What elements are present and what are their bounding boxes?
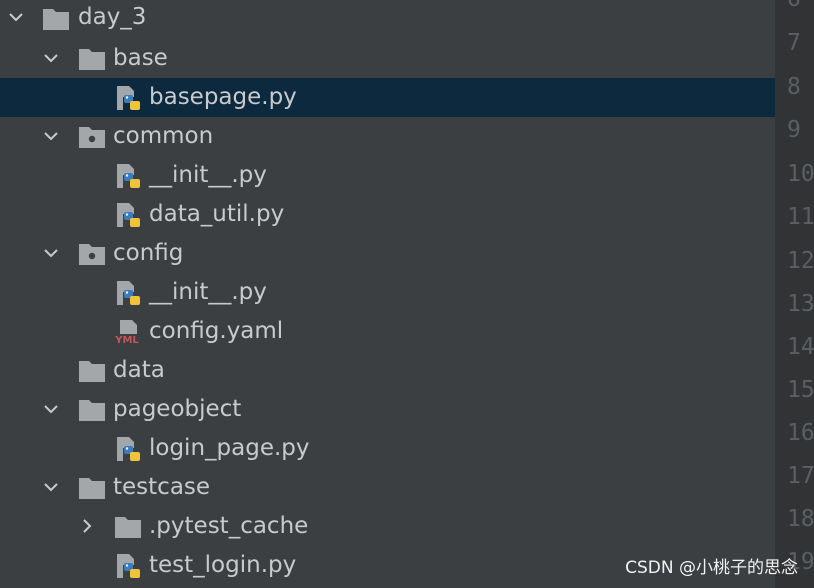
python-file-icon bbox=[117, 86, 140, 110]
tree-label: data bbox=[113, 357, 165, 383]
tree-row-data-util-py[interactable]: data_util.py bbox=[0, 195, 775, 234]
tree-label: base bbox=[113, 45, 168, 71]
tree-row-pytest-cache[interactable]: .pytest_cache bbox=[0, 507, 775, 546]
tree-label: common bbox=[113, 123, 214, 149]
line-number: 16 bbox=[787, 420, 814, 446]
tree-row-config[interactable]: config bbox=[0, 234, 775, 273]
line-number: 10 bbox=[787, 161, 814, 187]
chevron-down-icon[interactable] bbox=[43, 479, 59, 495]
watermark: CSDN @小桃子的思念 bbox=[625, 558, 798, 578]
tree-label: __init__.py bbox=[149, 162, 267, 188]
package-folder-icon bbox=[79, 244, 105, 265]
tree-label: basepage.py bbox=[149, 84, 297, 110]
tree-row-base[interactable]: base bbox=[0, 39, 775, 78]
tree-row-login-page-py[interactable]: login_page.py bbox=[0, 429, 775, 468]
line-number: 12 bbox=[787, 248, 814, 274]
python-file-icon bbox=[117, 203, 140, 227]
tree-label: data_util.py bbox=[149, 201, 285, 227]
tree-label: config.yaml bbox=[149, 318, 284, 344]
tree-row-config-yaml[interactable]: YML config.yaml bbox=[0, 312, 775, 351]
ide-window: day_3 base basepage.py common __init__.p… bbox=[0, 0, 814, 588]
line-number: 6 bbox=[775, 0, 814, 12]
folder-icon bbox=[43, 9, 69, 30]
tree-label: pageobject bbox=[113, 396, 242, 422]
line-number: 8 bbox=[787, 74, 801, 100]
python-file-icon bbox=[117, 554, 140, 578]
tree-label: login_page.py bbox=[149, 435, 310, 461]
line-number: 7 bbox=[787, 30, 801, 56]
chevron-down-icon[interactable] bbox=[43, 401, 59, 417]
chevron-down-icon[interactable] bbox=[43, 128, 59, 144]
tree-label: config bbox=[113, 240, 184, 266]
tree-row-basepage-py[interactable]: basepage.py bbox=[0, 78, 775, 117]
tree-label: day_3 bbox=[78, 4, 147, 30]
line-number: 14 bbox=[787, 334, 814, 360]
tree-row-common-init-py[interactable]: __init__.py bbox=[0, 156, 775, 195]
editor-line-gutter: 6 7 8 9 10 11 12 13 14 15 16 17 18 19 bbox=[775, 0, 814, 588]
yaml-file-icon: YML bbox=[111, 320, 143, 345]
tree-row-data[interactable]: data bbox=[0, 351, 775, 390]
folder-icon bbox=[115, 517, 141, 538]
tree-row-config-init-py[interactable]: __init__.py bbox=[0, 273, 775, 312]
package-folder-icon bbox=[79, 127, 105, 148]
project-tree: day_3 base basepage.py common __init__.p… bbox=[0, 0, 775, 588]
yaml-icon-text: YML bbox=[114, 335, 139, 345]
python-file-icon bbox=[117, 164, 140, 188]
line-number: 18 bbox=[787, 506, 814, 532]
python-file-icon bbox=[117, 437, 140, 461]
folder-icon bbox=[79, 361, 105, 382]
chevron-right-icon[interactable] bbox=[79, 518, 95, 534]
python-file-icon bbox=[117, 281, 140, 305]
tree-label: test_login.py bbox=[149, 552, 297, 578]
tree-row-testcase[interactable]: testcase bbox=[0, 468, 775, 507]
line-number: 9 bbox=[787, 117, 801, 143]
folder-icon bbox=[79, 478, 105, 499]
line-number: 11 bbox=[787, 204, 814, 230]
tree-label: .pytest_cache bbox=[149, 513, 309, 539]
tree-label: __init__.py bbox=[149, 279, 267, 305]
chevron-down-icon[interactable] bbox=[43, 50, 59, 66]
tree-row-common[interactable]: common bbox=[0, 117, 775, 156]
folder-icon bbox=[79, 400, 105, 421]
tree-row-pageobject[interactable]: pageobject bbox=[0, 390, 775, 429]
chevron-down-icon[interactable] bbox=[43, 245, 59, 261]
tree-row-day-3[interactable]: day_3 bbox=[0, 0, 775, 39]
line-number: 13 bbox=[787, 291, 814, 317]
chevron-down-icon[interactable] bbox=[8, 9, 24, 25]
line-number: 15 bbox=[787, 377, 814, 403]
tree-label: testcase bbox=[113, 474, 211, 500]
line-number: 17 bbox=[787, 463, 814, 489]
folder-icon bbox=[79, 49, 105, 70]
